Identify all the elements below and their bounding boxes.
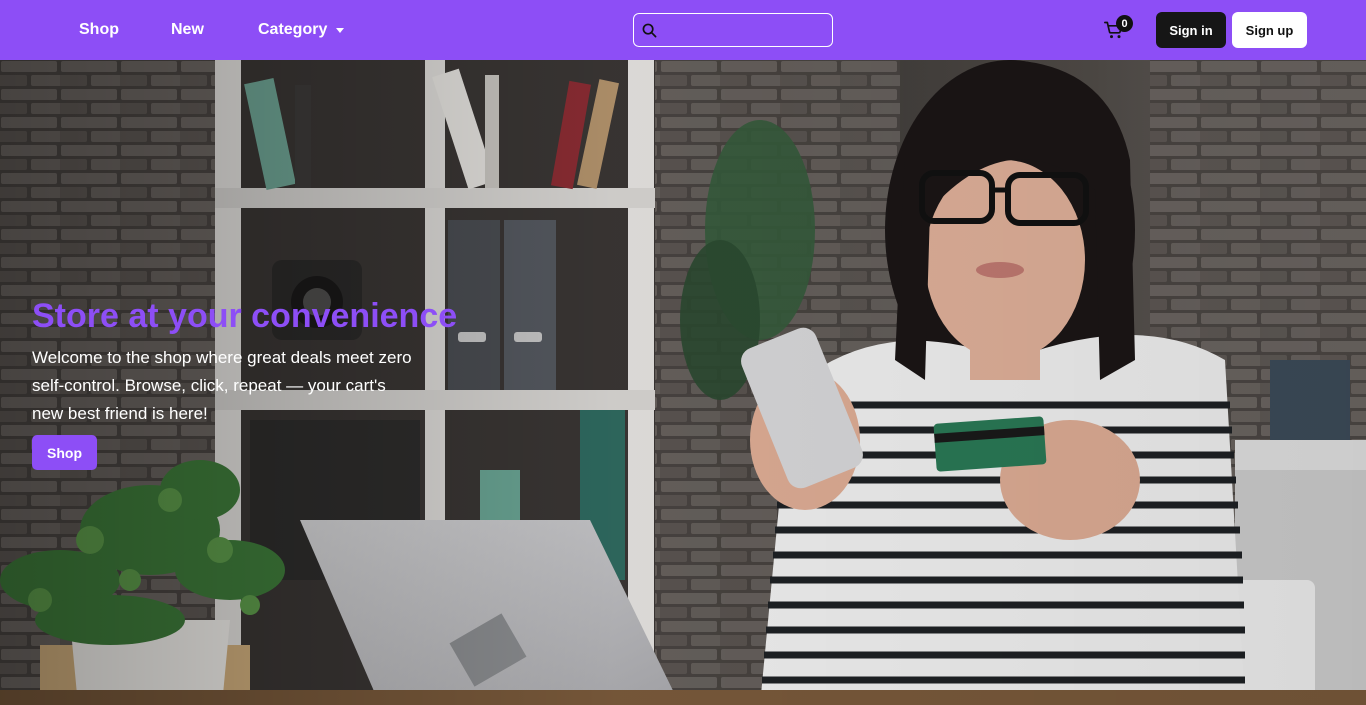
cart-count-badge: 0	[1116, 15, 1133, 32]
chevron-down-icon	[336, 28, 345, 33]
top-navbar: Shop New Category 0 Sign in Sign up	[0, 0, 1366, 60]
hero-section: Store at your convenience Welcome to the…	[0, 60, 1366, 705]
nav-link-new[interactable]: New	[171, 0, 204, 60]
search-box[interactable]	[633, 13, 833, 47]
search-input[interactable]	[663, 22, 823, 38]
sign-up-button[interactable]: Sign up	[1232, 12, 1307, 48]
nav-link-shop[interactable]: Shop	[79, 0, 119, 60]
category-label: Category	[258, 21, 328, 38]
hero-title: Store at your convenience	[32, 297, 458, 335]
hero-description: Welcome to the shop where great deals me…	[32, 348, 412, 423]
search-icon	[642, 23, 657, 37]
nav-link-category[interactable]: Category	[258, 0, 345, 60]
sign-in-button[interactable]: Sign in	[1156, 12, 1226, 48]
hero-shop-button[interactable]: Shop	[32, 435, 97, 470]
